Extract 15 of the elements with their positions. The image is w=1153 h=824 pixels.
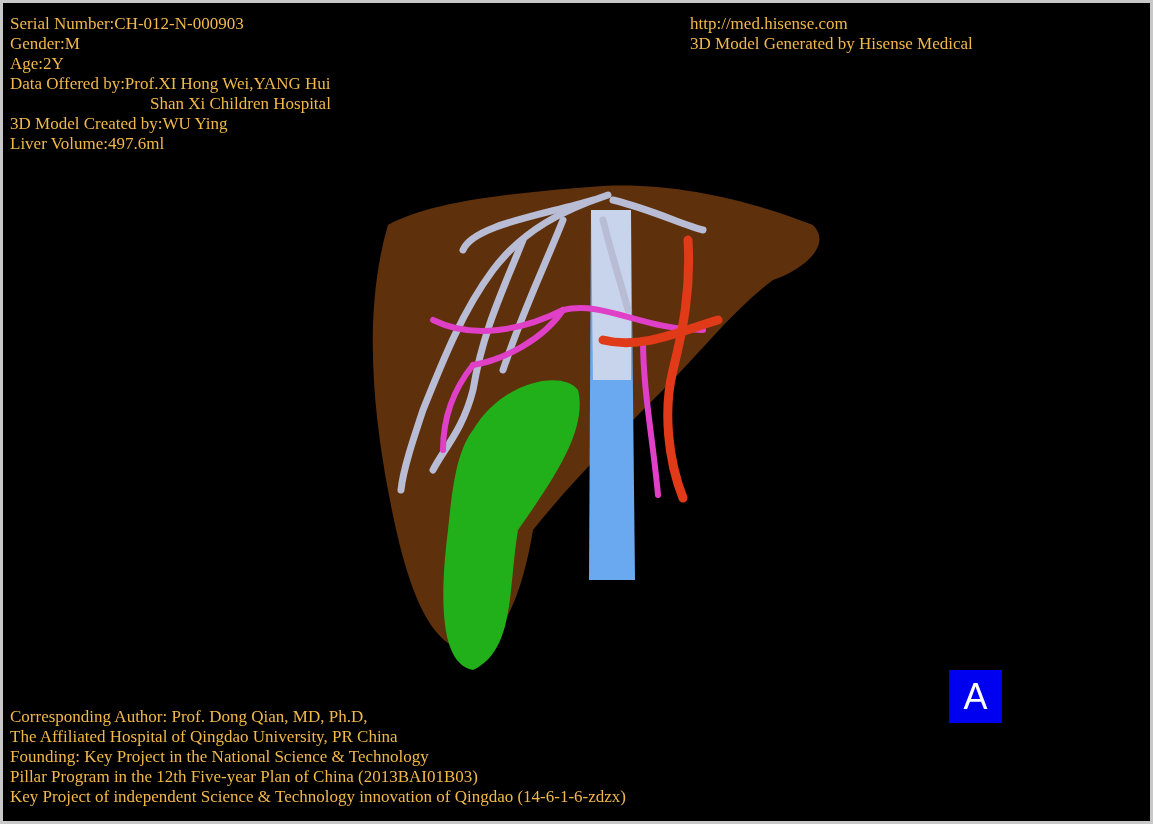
info-text: 3D Model Created by:WU Ying [10, 114, 229, 134]
view-label: A [949, 670, 1002, 723]
info-text: http://med.hisense.com [690, 14, 849, 34]
info-text: Data Offered by:Prof.XI Hong Wei,YANG Hui [10, 74, 332, 94]
credit-text: Key Project of independent Science & Technology innovation of Qingdao (14-6-1-6-zdzx) [10, 787, 627, 807]
credit-text: Corresponding Author: Prof. Dong Qian, MD, Ph.D, [10, 707, 369, 727]
info-text: Shan Xi Children Hospital [149, 94, 332, 114]
credit-text: The Affiliated Hospital of Qingdao University, PR China [10, 727, 399, 747]
info-text: 3D Model Generated by Hisense Medical [690, 34, 973, 54]
credit-text: Founding: Key Project in the National Science & Technology [10, 747, 430, 767]
credit-text: Pillar Program in the 12th Five-year Plan of China (2013BAI01B03) [10, 767, 479, 787]
info-text: Age:2Y [10, 54, 65, 74]
info-text: Liver Volume:497.6ml [10, 134, 166, 154]
info-text: Serial Number:CH-012-N-000903 [10, 14, 245, 34]
info-text: Gender:M [10, 34, 81, 54]
